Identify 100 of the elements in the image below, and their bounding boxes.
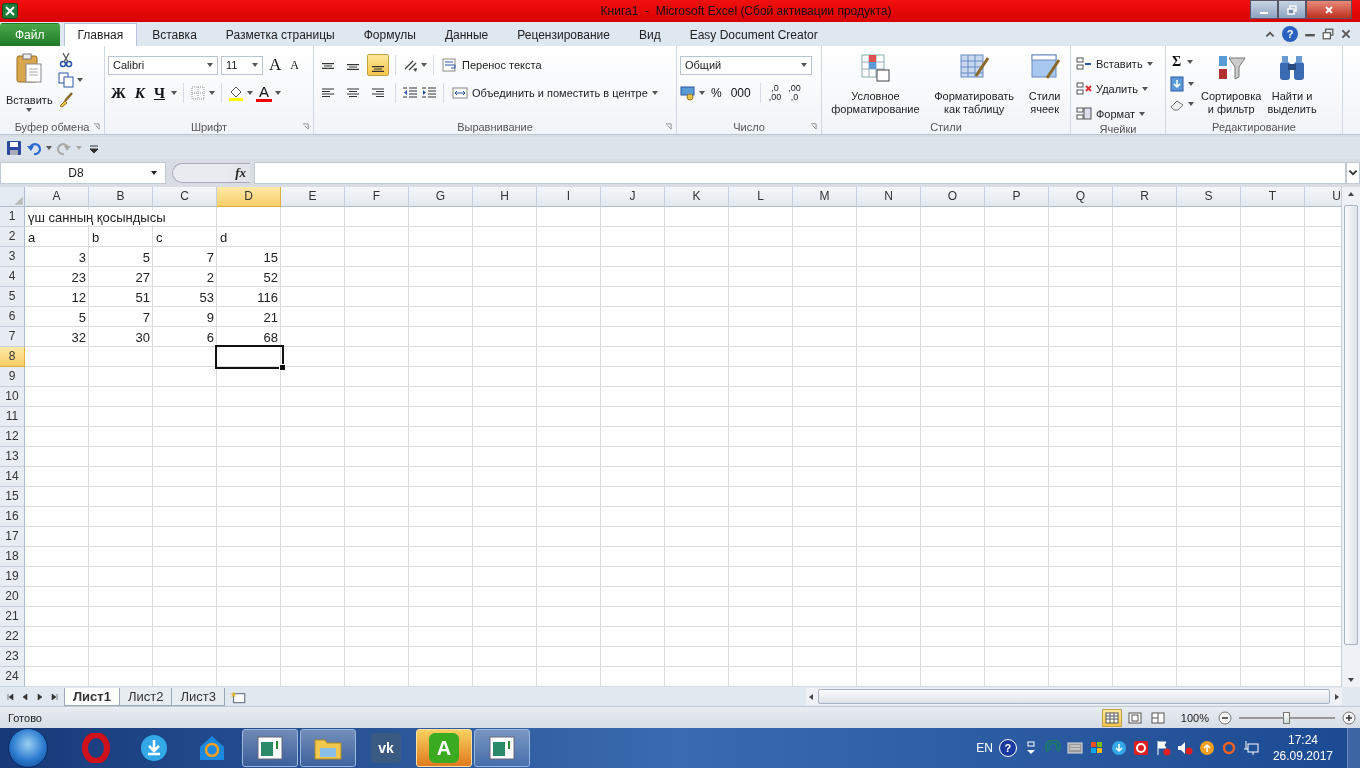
keyboard-icon[interactable] [1066, 740, 1083, 756]
column-header[interactable]: Q [1049, 187, 1113, 207]
column-header[interactable]: J [601, 187, 665, 207]
horizontal-scrollbar[interactable] [806, 688, 1342, 705]
close-icon[interactable] [1340, 28, 1352, 40]
row-header[interactable]: 18 [0, 547, 25, 567]
font-size-dropdown[interactable]: 11 [221, 55, 263, 75]
ribbon-tab[interactable]: Рецензирование [503, 23, 624, 46]
thousands-separator-button[interactable]: 000 [727, 83, 754, 103]
column-header[interactable]: A [25, 187, 89, 207]
italic-button[interactable]: К [131, 83, 149, 103]
sheet-nav-arrow-icon[interactable] [51, 692, 59, 701]
font-name-dropdown[interactable]: Calibri [108, 55, 218, 75]
ribbon-tab[interactable]: Данные [430, 23, 503, 46]
merge-center-button[interactable]: Объединить и поместить в центре [450, 83, 660, 103]
row-header[interactable]: 9 [0, 367, 25, 387]
column-header[interactable]: I [537, 187, 601, 207]
column-header[interactable]: S [1177, 187, 1241, 207]
insert-function-button[interactable]: fx [172, 163, 250, 183]
row-header[interactable]: 13 [0, 447, 25, 467]
font-color-button[interactable]: A [256, 84, 273, 102]
grow-font-button[interactable]: A [266, 55, 285, 75]
shrink-font-button[interactable]: A [287, 55, 302, 75]
insert-cells-button[interactable]: Вставить [1074, 54, 1162, 73]
sheet-nav-arrow-icon[interactable] [6, 692, 14, 701]
clock[interactable]: 17:24 26.09.2017 [1272, 732, 1333, 764]
help-icon[interactable]: ? [998, 739, 1017, 757]
column-header[interactable]: B [89, 187, 153, 207]
undo-icon[interactable] [26, 140, 42, 156]
volume-muted-icon[interactable] [1176, 740, 1193, 756]
column-header[interactable]: N [857, 187, 921, 207]
delete-cells-button[interactable]: Удалить [1074, 79, 1162, 98]
column-header[interactable]: R [1113, 187, 1177, 207]
column-header[interactable]: P [985, 187, 1049, 207]
styles-button[interactable]: Форматировать как таблицу [931, 50, 1018, 119]
row-header[interactable]: 5 [0, 287, 25, 307]
minimize-button[interactable] [1250, 0, 1278, 19]
row-header[interactable]: 8 [0, 347, 25, 367]
row-header[interactable]: 6 [0, 307, 25, 327]
row-header[interactable]: 2 [0, 227, 25, 247]
underline-button[interactable]: Ч [151, 83, 169, 103]
column-header[interactable]: D [217, 187, 281, 207]
zoom-out-icon[interactable] [1218, 710, 1232, 725]
formula-input[interactable] [254, 162, 1346, 184]
vertical-align-button[interactable] [367, 54, 389, 76]
target-icon[interactable] [1132, 740, 1149, 756]
column-header[interactable]: U [1305, 187, 1341, 207]
column-header[interactable]: K [665, 187, 729, 207]
row-header[interactable]: 17 [0, 527, 25, 547]
percent-button[interactable]: % [708, 83, 725, 103]
decrease-indent-icon[interactable] [402, 85, 418, 101]
taskbar-button[interactable] [242, 729, 298, 767]
ribbon-tab[interactable]: Файл [0, 23, 60, 46]
column-header[interactable]: F [345, 187, 409, 207]
paintbrush-icon[interactable] [57, 92, 74, 108]
copy-button[interactable] [57, 72, 83, 88]
name-box[interactable]: D8 [0, 162, 166, 184]
column-header[interactable]: M [793, 187, 857, 207]
row-header[interactable]: 4 [0, 267, 25, 287]
row-header[interactable]: 1 [0, 207, 25, 227]
dialog-launcher-icon[interactable] [665, 123, 672, 130]
restore-icon[interactable] [1322, 28, 1334, 40]
row-header[interactable]: 22 [0, 627, 25, 647]
row-header[interactable]: 11 [0, 407, 25, 427]
row-header[interactable]: 3 [0, 247, 25, 267]
column-header[interactable]: T [1241, 187, 1305, 207]
column-header[interactable]: E [281, 187, 345, 207]
row-header[interactable]: 19 [0, 567, 25, 587]
styles-button[interactable]: Стили ячеек [1025, 50, 1064, 119]
row-header[interactable]: 21 [0, 607, 25, 627]
row-header[interactable]: 10 [0, 387, 25, 407]
format-cells-button[interactable]: Формат [1074, 104, 1162, 123]
bold-button[interactable]: Ж [108, 83, 129, 103]
row-header[interactable]: 23 [0, 647, 25, 667]
zoom-in-icon[interactable] [1342, 710, 1356, 725]
row-header[interactable]: 7 [0, 327, 25, 347]
download-icon[interactable] [1110, 740, 1127, 756]
active-cell[interactable] [215, 345, 284, 369]
sheet-tab[interactable]: Лист3 [171, 688, 225, 706]
slider-thumb[interactable] [1283, 711, 1290, 724]
dialog-launcher-icon[interactable] [302, 123, 309, 130]
normal-view-button[interactable] [1101, 708, 1122, 727]
currency-icon[interactable] [680, 85, 696, 101]
sort-filter-button[interactable]: Сортировка и фильтр [1199, 50, 1264, 119]
start-button[interactable] [8, 728, 48, 768]
row-header[interactable]: 12 [0, 427, 25, 447]
column-header[interactable]: L [729, 187, 793, 207]
styles-button[interactable]: Условное форматирование [828, 50, 923, 119]
windows-flag-icon[interactable] [1088, 740, 1105, 756]
row-header[interactable]: 20 [0, 587, 25, 607]
vertical-scrollbar[interactable] [1341, 187, 1360, 687]
paste-button[interactable]: Вставить [3, 50, 56, 119]
column-header[interactable]: G [409, 187, 473, 207]
taskbar-button[interactable] [474, 729, 530, 767]
number-format-dropdown[interactable]: Общий [680, 55, 812, 75]
dialog-launcher-icon[interactable] [93, 123, 100, 130]
decrease-decimal-button[interactable]: ,00 ,0 [786, 84, 803, 102]
scissors-icon[interactable] [57, 52, 74, 68]
column-header[interactable]: H [473, 187, 537, 207]
fill-down-icon[interactable] [1169, 76, 1185, 92]
